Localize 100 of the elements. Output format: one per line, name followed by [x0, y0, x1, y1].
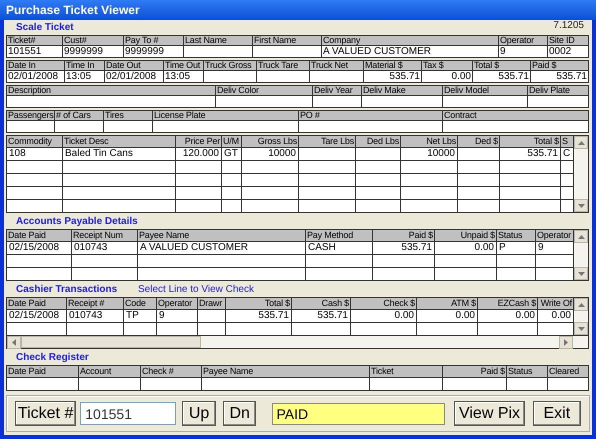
version-label: 7.1205 [553, 20, 584, 31]
field-value: 0.00 [422, 71, 472, 82]
table-cell: 535.71 [373, 242, 435, 255]
table-cell [242, 187, 299, 200]
table-cell [458, 187, 500, 200]
column-header: Price Per [176, 136, 222, 148]
table-cell [222, 200, 242, 213]
table-cell: CASH [306, 242, 373, 255]
column-header: Ticket Desc [63, 136, 176, 148]
table-cell [299, 200, 356, 213]
view-check-link[interactable]: Select Line to View Check [138, 284, 254, 296]
table-cell [72, 268, 138, 281]
column-header: Payee Name [202, 366, 370, 378]
field-label: Passengers [7, 111, 54, 121]
scroll-up-button[interactable] [574, 136, 588, 149]
exit-button[interactable]: Exit [532, 401, 582, 426]
column-header: Check # [141, 366, 202, 378]
field-label: Deliv Plate [528, 86, 588, 96]
field-label: Material $ [364, 61, 421, 71]
field-label: # of Cars [55, 111, 103, 121]
field-label: Date Out [105, 61, 163, 71]
table-cell [198, 310, 226, 323]
left-arrow-icon [12, 339, 16, 346]
field-value: 9 [499, 46, 547, 57]
scroll-down-button[interactable] [574, 322, 588, 335]
table-cell: 0.00 [435, 242, 497, 255]
table-cell [500, 187, 561, 200]
scroll-up-button[interactable] [574, 230, 588, 243]
view-pix-button[interactable]: View Pix [454, 401, 525, 426]
right-arrow-icon [564, 339, 568, 346]
ticket-input[interactable]: 101551 [80, 402, 176, 425]
field-value: 0002 [548, 46, 588, 57]
vertical-scrollbar[interactable] [574, 230, 589, 281]
field-value [7, 121, 54, 132]
table-cell [373, 255, 435, 268]
table-cell [401, 161, 458, 174]
table-cell [176, 161, 222, 174]
table-cell: 0.00 [478, 310, 538, 323]
up-arrow-icon [578, 140, 584, 144]
table-cell [242, 161, 299, 174]
column-header: Date Paid [7, 366, 79, 378]
table-cell: 9 [536, 242, 574, 255]
field-label: Truck Net [310, 61, 363, 71]
column-header: Drawr [198, 298, 226, 310]
field-label: First Name [253, 36, 321, 46]
table-cell [561, 174, 574, 187]
table-cell [356, 200, 401, 213]
up-arrow-icon [578, 234, 584, 238]
field-label: Deliv Color [216, 86, 312, 96]
scroll-right-button[interactable] [559, 336, 573, 349]
table-cell [500, 200, 561, 213]
scroll-down-button[interactable] [574, 199, 588, 212]
table-cell [458, 200, 500, 213]
table-cell [536, 255, 574, 268]
field-label: Truck Gross [204, 61, 256, 71]
field-value: 535.71 [473, 71, 530, 82]
table-cell: 10000 [401, 148, 458, 161]
column-header: Payee Name [138, 230, 306, 242]
table-cell [198, 323, 226, 336]
table-cell [458, 148, 500, 161]
table-cell: 0.00 [417, 310, 478, 323]
scroll-left-button[interactable] [7, 336, 21, 349]
ticket-button[interactable]: Ticket # [15, 401, 76, 426]
vertical-scrollbar[interactable] [574, 136, 589, 213]
table-cell [306, 268, 373, 281]
field-label: Truck Tare [257, 61, 309, 71]
table-cell [222, 174, 242, 187]
table-cell [497, 255, 536, 268]
window-title: Purchase Ticket Viewer [6, 2, 140, 19]
section-title: Accounts Payable Details [15, 216, 138, 228]
field-value [528, 96, 588, 107]
scroll-down-button[interactable] [574, 267, 588, 280]
table-cell [443, 378, 507, 391]
table-cell [548, 378, 589, 391]
table-cell [561, 200, 574, 213]
field-label: Pay To # [124, 36, 183, 46]
column-header: U/M [222, 136, 242, 148]
scroll-up-button[interactable] [574, 298, 588, 311]
up-arrow-icon [578, 302, 584, 306]
down-button[interactable]: Dn [222, 401, 256, 426]
vertical-scrollbar[interactable] [574, 298, 589, 336]
column-header: Paid $ [443, 366, 507, 378]
field-label: Ticket# [7, 36, 62, 46]
table-cell [176, 200, 222, 213]
column-header: Commodity [7, 136, 63, 148]
table-cell [356, 148, 401, 161]
table-cell [299, 174, 356, 187]
table-cell [242, 200, 299, 213]
table-cell [401, 187, 458, 200]
column-header: Net Lbs [401, 136, 458, 148]
horizontal-scrollbar[interactable] [7, 336, 589, 349]
table-cell: P [497, 242, 536, 255]
scrollbar-thumb[interactable] [21, 336, 201, 348]
column-header: Code [124, 298, 157, 310]
table-cell: 010743 [67, 310, 124, 323]
up-button[interactable]: Up [182, 401, 216, 426]
field-value [204, 71, 256, 82]
table-cell: 535.71 [226, 310, 292, 323]
table-cell [458, 174, 500, 187]
table-cell [507, 378, 548, 391]
